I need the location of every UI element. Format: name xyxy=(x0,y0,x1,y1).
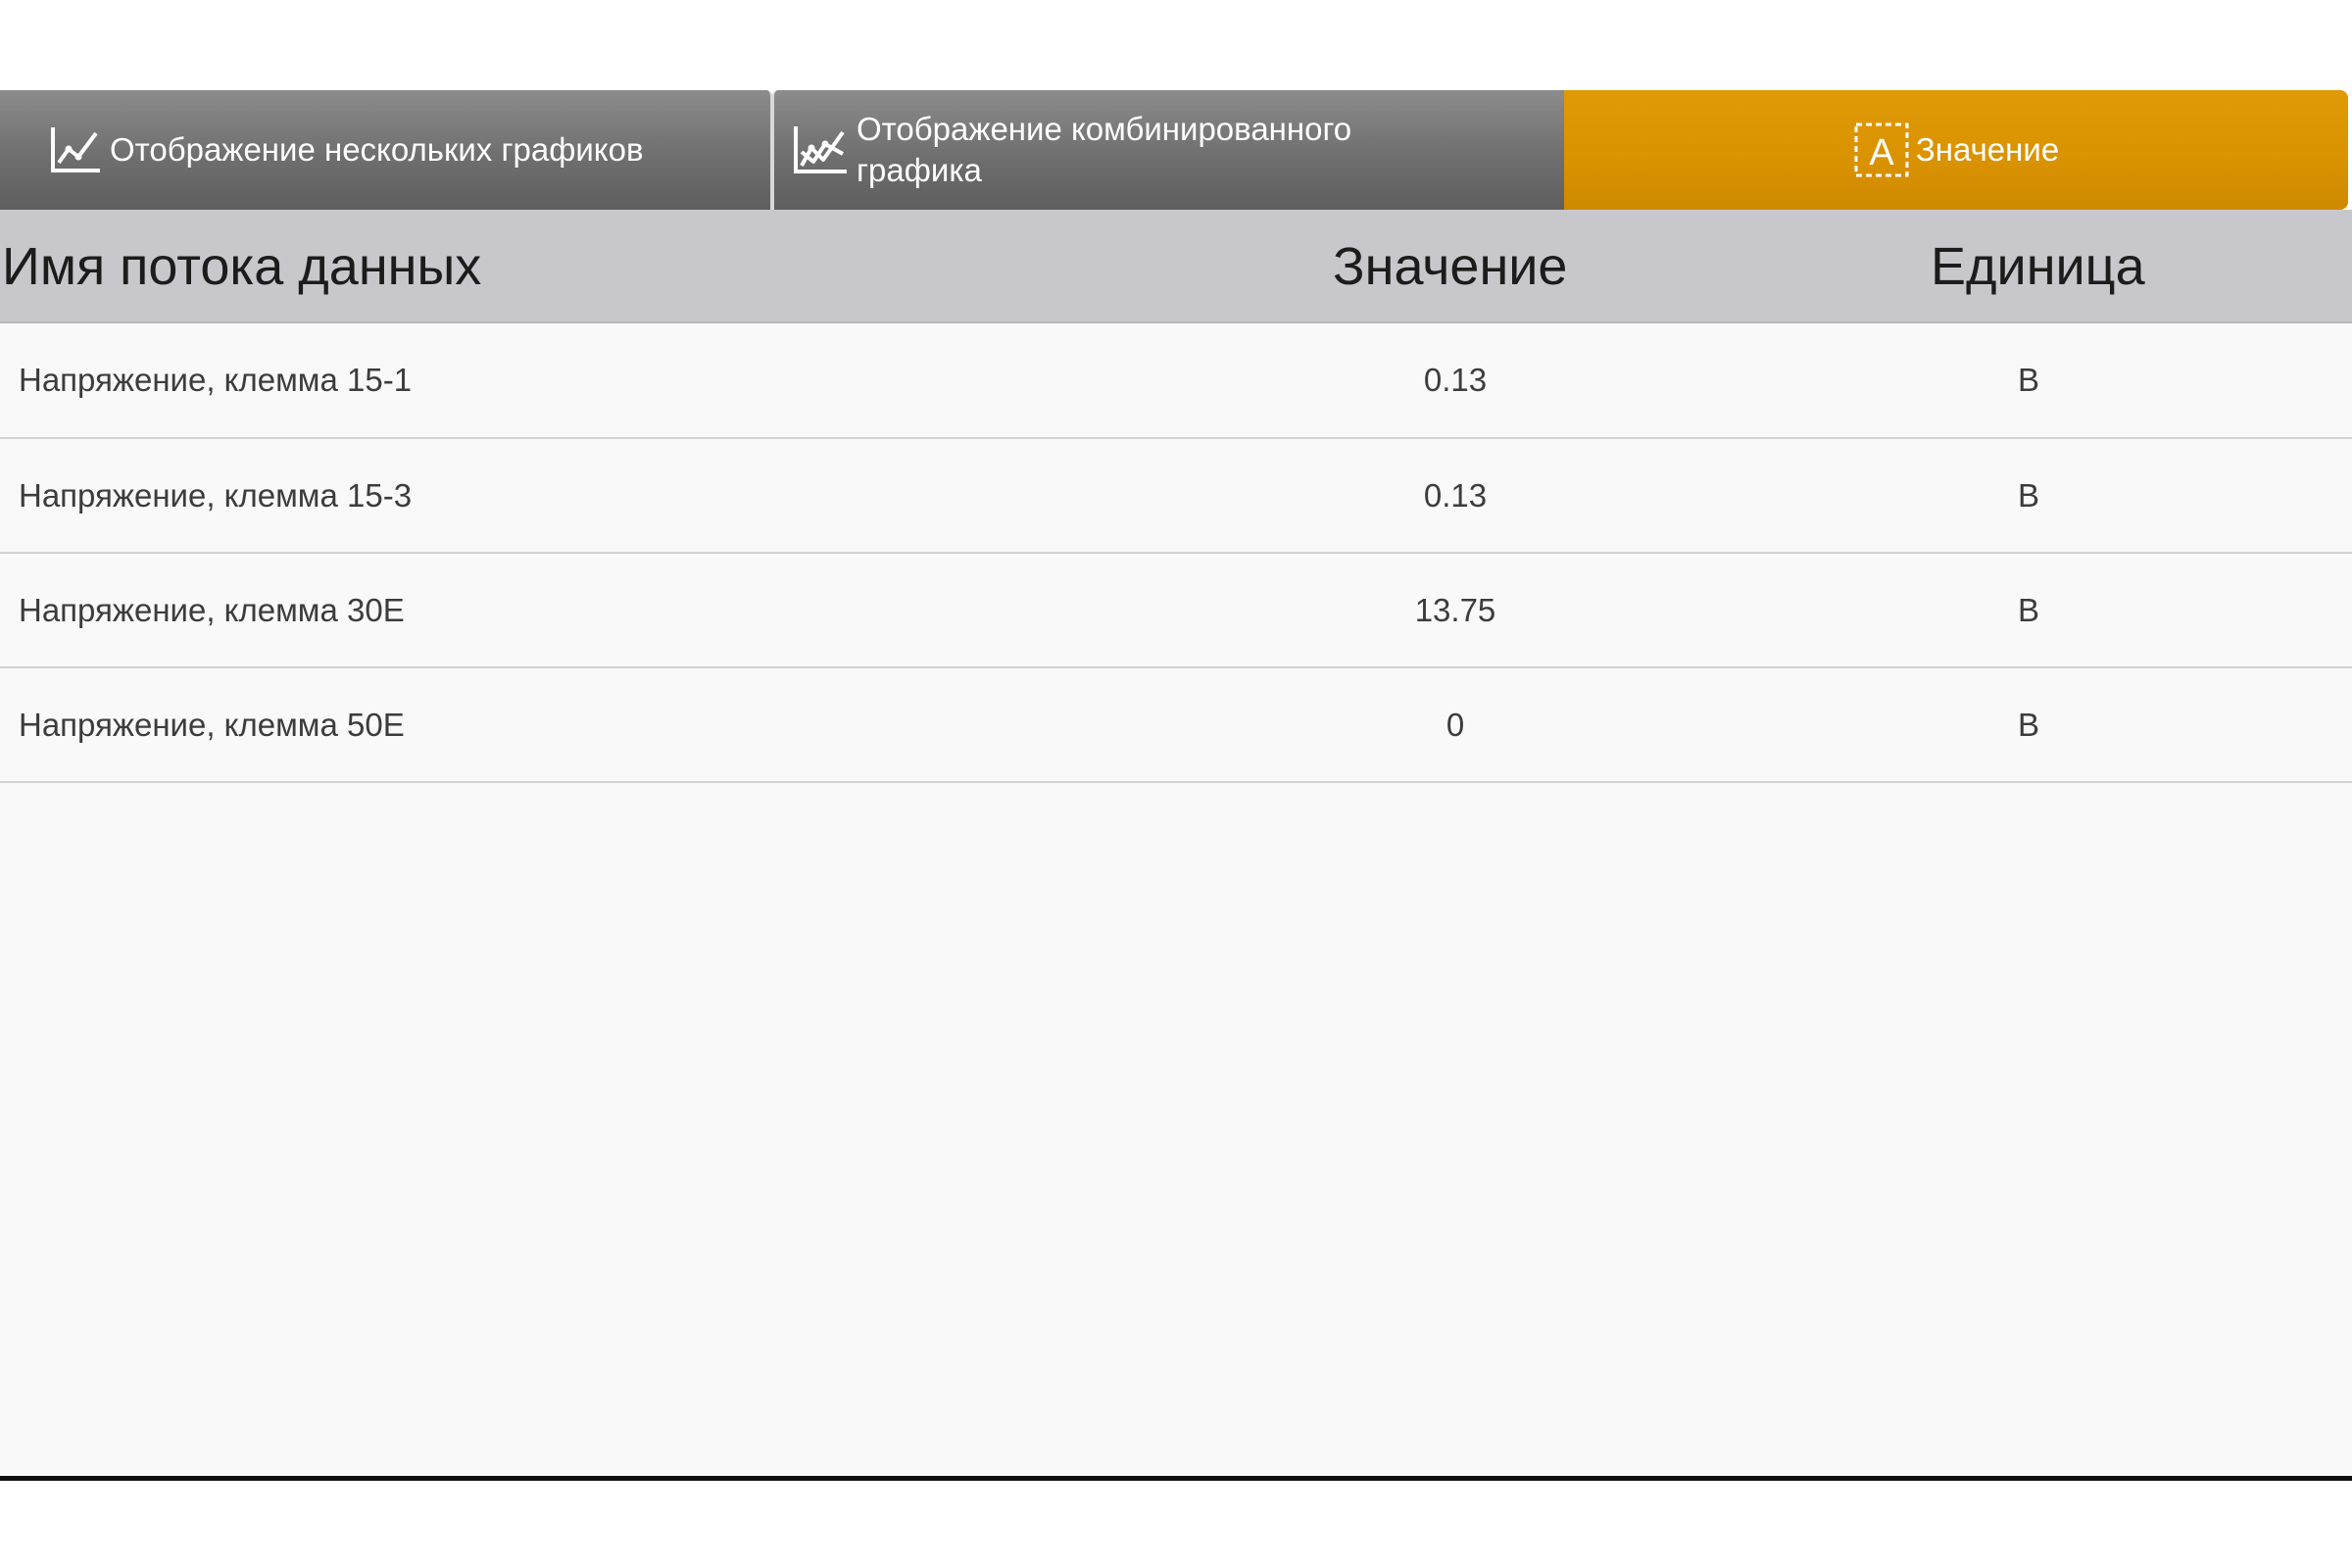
row-value: 0.13 xyxy=(1423,362,1488,398)
row-stream-name: Напряжение, клемма 15-1 xyxy=(19,362,413,398)
tab-combined-graph-label: Отображение комбинированного графика xyxy=(857,111,1352,188)
row-stream-name: Напряжение, клемма 30E xyxy=(19,592,405,628)
table-body: Напряжение, клемма 15-1 0.13 В Напряжени… xyxy=(0,323,2352,1480)
tab-value[interactable]: A Значение xyxy=(1564,90,2348,210)
header-unit: Единица xyxy=(1931,237,2145,296)
tab-multiple-graphs[interactable]: Отображение нескольких графиков xyxy=(0,90,772,210)
row-stream-name: Напряжение, клемма 15-3 xyxy=(19,477,413,514)
tab-value-label: Значение xyxy=(1915,131,2060,168)
table-row[interactable]: Напряжение, клемма 15-1 0.13 В xyxy=(0,323,2352,439)
line-chart-icon xyxy=(49,123,104,176)
tab-combined-graph[interactable]: Отображение комбинированного графика xyxy=(772,90,1564,210)
table-row[interactable]: Напряжение, клемма 50E 0 В xyxy=(0,668,2352,783)
svg-text:A: A xyxy=(1869,132,1894,173)
row-unit: В xyxy=(2017,477,2039,514)
table-row[interactable]: Напряжение, клемма 15-3 0.13 В xyxy=(0,439,2352,554)
row-value: 0.13 xyxy=(1423,477,1488,514)
row-unit: В xyxy=(2017,707,2039,743)
data-stream-screen: Отображение нескольких графиков Отображе… xyxy=(0,0,2352,1568)
row-value: 13.75 xyxy=(1414,592,1496,628)
header-stream-name: Имя потока данных xyxy=(2,237,482,296)
table-header: Имя потока данных Значение Единица xyxy=(0,210,2352,323)
combined-chart-icon xyxy=(792,122,851,177)
header-value: Значение xyxy=(1333,237,1568,296)
text-value-icon: A xyxy=(1853,122,1910,178)
tab-multiple-graphs-label: Отображение нескольких графиков xyxy=(110,131,644,168)
view-mode-tab-bar: Отображение нескольких графиков Отображе… xyxy=(0,90,2352,210)
row-stream-name: Напряжение, клемма 50E xyxy=(19,707,405,743)
top-band xyxy=(0,0,2352,90)
row-unit: В xyxy=(2017,592,2039,628)
row-unit: В xyxy=(2017,362,2039,398)
bottom-band xyxy=(0,1481,2352,1568)
row-value: 0 xyxy=(1446,707,1465,743)
table-row[interactable]: Напряжение, клемма 30E 13.75 В xyxy=(0,554,2352,668)
